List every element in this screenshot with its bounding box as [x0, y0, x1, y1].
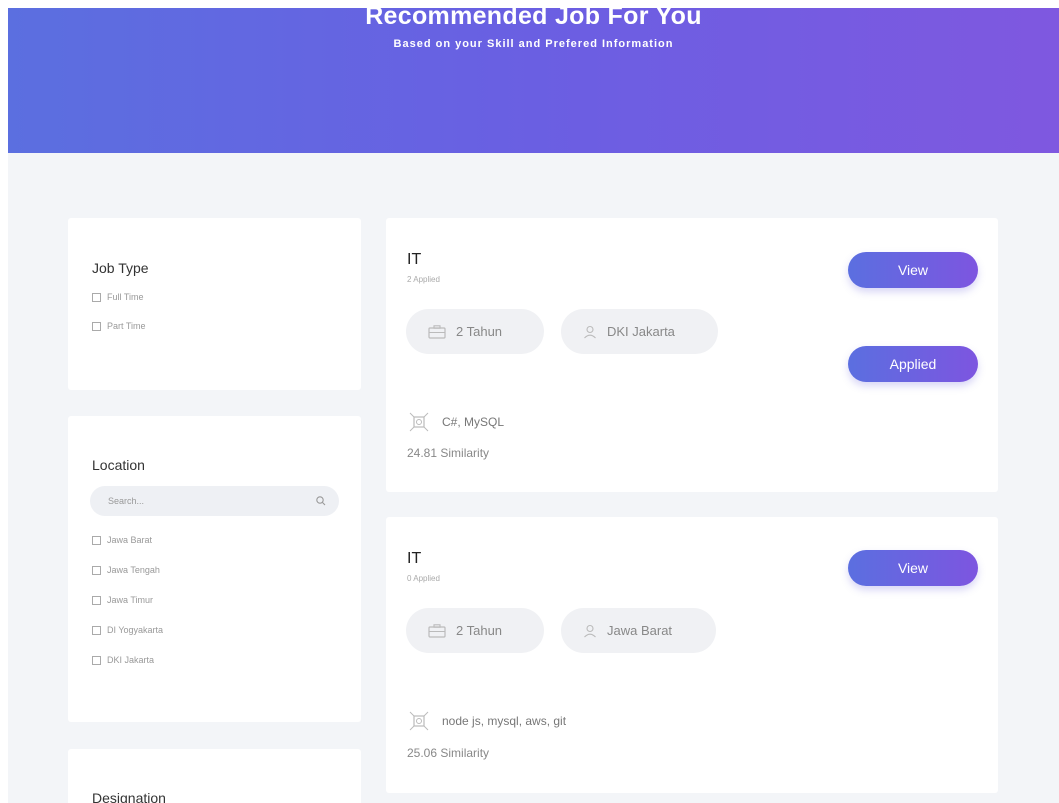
location-pill: DKI Jakarta [561, 309, 718, 354]
checkbox[interactable] [92, 565, 101, 575]
page-subtitle: Based on your Skill and Prefered Informa… [393, 38, 674, 50]
skills-row: C#, MySQL [408, 411, 504, 433]
option-label: DI Yogyakarta [107, 625, 164, 635]
location-search-box [90, 486, 339, 516]
location-pill: Jawa Barat [561, 608, 716, 653]
user-icon [584, 624, 596, 637]
page: Recommended Job For You Based on your Sk… [8, 8, 1059, 803]
location-value: DKI Jakarta [607, 324, 675, 339]
job-type-option-full-time[interactable]: Full Time [92, 292, 144, 302]
hero-banner: Recommended Job For You Based on your Sk… [8, 8, 1059, 153]
option-label: Full Time [107, 292, 144, 302]
option-label: Jawa Barat [107, 535, 153, 545]
option-label: Jawa Tengah [107, 565, 160, 575]
location-option-jawa-tengah[interactable]: Jawa Tengah [92, 565, 160, 575]
experience-pill: 2 Tahun [406, 608, 544, 653]
user-icon [584, 325, 596, 338]
skills-value: C#, MySQL [442, 415, 505, 429]
checkbox[interactable] [92, 595, 101, 605]
experience-pill: 2 Tahun [406, 309, 544, 354]
applied-count: 0 Applied [407, 574, 440, 583]
skills-value: node js, mysql, aws, git [442, 714, 567, 728]
checkbox[interactable] [92, 625, 101, 635]
location-option-jawa-barat[interactable]: Jawa Barat [92, 535, 152, 545]
location-title: Location [92, 457, 145, 473]
applied-button[interactable]: Applied [848, 346, 978, 382]
job-type-title: Job Type [92, 260, 149, 276]
view-button[interactable]: View [848, 252, 978, 288]
job-title: IT [407, 251, 422, 268]
skills-icon [409, 711, 429, 731]
location-filter: Location Jawa Barat Jawa Tengah Jawa Tim… [68, 416, 361, 722]
job-type-filter: Job Type Full Time Part Time [68, 218, 361, 390]
briefcase-icon [428, 324, 446, 339]
option-label: Part Time [107, 321, 146, 331]
option-label: Jawa Timur [107, 595, 154, 605]
checkbox[interactable] [92, 535, 101, 545]
search-icon[interactable] [315, 495, 327, 507]
job-title: IT [407, 550, 422, 567]
skills-icon [409, 412, 429, 432]
briefcase-icon [428, 623, 446, 638]
location-option-jawa-timur[interactable]: Jawa Timur [92, 595, 153, 605]
location-search-input[interactable] [90, 486, 310, 516]
experience-value: 2 Tahun [456, 623, 503, 638]
similarity-score: 24.81 Similarity [407, 446, 490, 460]
job-card: IT 0 Applied 2 Tahun Jawa Barat View nod… [386, 517, 998, 793]
checkbox[interactable] [92, 292, 101, 302]
designation-title: Designation [92, 790, 166, 803]
skills-row: node js, mysql, aws, git [408, 710, 566, 732]
checkbox[interactable] [92, 655, 101, 665]
similarity-score: 25.06 Similarity [407, 746, 490, 760]
job-type-option-part-time[interactable]: Part Time [92, 321, 146, 331]
designation-filter: Designation [68, 749, 361, 803]
location-value: Jawa Barat [607, 623, 673, 638]
location-option-dki-jakarta[interactable]: DKI Jakarta [92, 655, 154, 665]
applied-count: 2 Applied [407, 275, 440, 284]
option-label: DKI Jakarta [107, 655, 155, 665]
checkbox[interactable] [92, 321, 101, 331]
location-option-di-yogyakarta[interactable]: DI Yogyakarta [92, 625, 163, 635]
page-title: Recommended Job For You [365, 8, 702, 30]
view-button[interactable]: View [848, 550, 978, 586]
job-card: IT 2 Applied 2 Tahun DKI Jakarta View Ap… [386, 218, 998, 492]
experience-value: 2 Tahun [456, 324, 503, 339]
